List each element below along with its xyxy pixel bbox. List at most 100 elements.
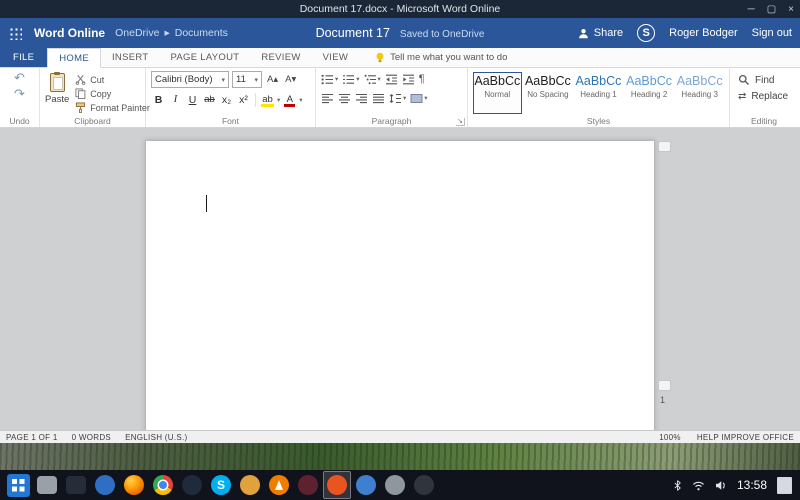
start-button[interactable] — [4, 471, 32, 499]
user-name[interactable]: Roger Bodger — [669, 27, 738, 39]
taskbar-icon-terminal[interactable] — [62, 471, 90, 499]
skype-app-icon: S — [211, 475, 231, 495]
tab-page-layout[interactable]: PAGE LAYOUT — [159, 48, 250, 67]
align-center-button[interactable] — [338, 93, 351, 104]
taskbar-icon-app-dark[interactable] — [178, 471, 206, 499]
bullets-button[interactable]: ▾ — [321, 74, 338, 85]
chevron-down-icon: ▾ — [378, 75, 381, 83]
undo-button[interactable]: ↶ — [11, 71, 29, 85]
numbered-list-icon — [342, 74, 355, 85]
status-zoom[interactable]: 100% — [659, 433, 681, 442]
redo-button[interactable]: ↷ — [11, 87, 29, 101]
font-family-select[interactable]: Calibri (Body) ▾ — [151, 71, 229, 88]
copy-button[interactable]: Copy — [75, 88, 150, 99]
chevron-down-icon[interactable]: ▾ — [277, 96, 280, 104]
undo-group-label: Undo — [0, 116, 39, 126]
multilevel-list-icon — [364, 74, 377, 85]
increase-indent-button[interactable] — [402, 74, 415, 85]
taskbar-icon-skype[interactable]: S — [207, 471, 235, 499]
bold-button[interactable]: B — [151, 92, 166, 108]
share-button[interactable]: Share — [578, 27, 623, 39]
volume-icon[interactable] — [715, 480, 727, 491]
breadcrumb-documents[interactable]: Documents — [175, 27, 228, 39]
taskbar-icon-blue-app[interactable] — [352, 471, 380, 499]
style-normal[interactable]: AaBbCc Normal — [473, 72, 522, 114]
show-desktop-button[interactable] — [777, 477, 792, 494]
italic-button[interactable]: I — [168, 92, 183, 108]
taskbar-icon-active-window[interactable] — [323, 471, 351, 499]
taskbar-icon-vlc[interactable] — [265, 471, 293, 499]
bluetooth-icon[interactable] — [673, 479, 682, 492]
strikethrough-button[interactable]: ab — [202, 92, 217, 108]
multilevel-list-button[interactable]: ▾ — [364, 74, 381, 85]
taskbar-icon-files[interactable] — [33, 471, 61, 499]
app-name: Word Online — [34, 26, 105, 40]
numbering-button[interactable]: ▾ — [342, 74, 359, 85]
minimize-button[interactable]: ─ — [748, 4, 755, 15]
tab-view[interactable]: VIEW — [312, 48, 359, 67]
taskbar-icon-gimp[interactable] — [381, 471, 409, 499]
highlight-color-button[interactable]: ab — [260, 92, 275, 108]
document-title[interactable]: Document 17 — [316, 26, 390, 40]
font-color-button[interactable]: A — [282, 92, 297, 108]
show-marks-button[interactable]: ¶ — [419, 74, 425, 85]
clipboard-column: Cut Copy Format Painter — [75, 71, 150, 114]
cut-button[interactable]: Cut — [75, 74, 150, 85]
breadcrumb-onedrive[interactable]: OneDrive — [115, 27, 159, 39]
taskbar-icon-utility[interactable] — [410, 471, 438, 499]
pilcrow-icon: ¶ — [419, 74, 425, 85]
format-painter-button[interactable]: Format Painter — [75, 102, 150, 113]
sign-out-link[interactable]: Sign out — [752, 27, 792, 39]
taskbar-icon-browser[interactable] — [91, 471, 119, 499]
shrink-font-button[interactable]: A▾ — [283, 74, 298, 85]
tab-file[interactable]: FILE — [0, 48, 47, 67]
document-page[interactable] — [145, 140, 655, 430]
taskbar-clock[interactable]: 13:58 — [737, 478, 767, 492]
status-left: PAGE 1 OF 1 0 WORDS ENGLISH (U.S.) — [6, 433, 188, 442]
tab-insert[interactable]: INSERT — [101, 48, 159, 67]
cut-label: Cut — [90, 75, 104, 85]
shading-button[interactable]: ▾ — [410, 93, 427, 104]
scroll-down-button[interactable] — [658, 380, 671, 391]
scroll-up-button[interactable] — [658, 141, 671, 152]
align-left-button[interactable] — [321, 93, 334, 104]
align-right-button[interactable] — [355, 93, 368, 104]
style-heading-3[interactable]: AaBbCc Heading 3 — [675, 72, 724, 114]
grow-font-button[interactable]: A▴ — [265, 74, 280, 85]
subscript-button[interactable]: x₂ — [219, 92, 234, 108]
status-help-improve[interactable]: HELP IMPROVE OFFICE — [697, 433, 794, 442]
chevron-down-icon[interactable]: ▾ — [299, 96, 302, 104]
font-size-select[interactable]: 11 ▾ — [232, 71, 262, 88]
taskbar-icon-chrome[interactable] — [149, 471, 177, 499]
superscript-button[interactable]: x² — [236, 92, 251, 108]
chevron-right-icon: ▸ — [164, 27, 169, 39]
style-no-spacing[interactable]: AaBbCc No Spacing — [524, 72, 573, 114]
taskbar-icon-amber-app[interactable] — [236, 471, 264, 499]
tab-review[interactable]: REVIEW — [250, 48, 311, 67]
status-word-count[interactable]: 0 WORDS — [72, 433, 111, 442]
find-button[interactable]: Find — [738, 74, 793, 86]
decrease-indent-button[interactable] — [385, 74, 398, 85]
line-spacing-button[interactable]: ▾ — [389, 93, 406, 104]
tab-home[interactable]: HOME — [47, 48, 101, 68]
files-icon — [37, 476, 57, 494]
align-right-icon — [355, 93, 368, 104]
underline-button[interactable]: U — [185, 92, 200, 108]
taskbar-icon-dark-red-app[interactable] — [294, 471, 322, 499]
status-page-count[interactable]: PAGE 1 OF 1 — [6, 433, 58, 442]
style-heading-2[interactable]: AaBbCc Heading 2 — [625, 72, 674, 114]
replace-button[interactable]: ⇄ Replace — [738, 91, 793, 102]
chevron-down-icon: ▾ — [221, 76, 225, 84]
justify-button[interactable] — [372, 93, 385, 104]
align-left-icon — [321, 93, 334, 104]
skype-icon[interactable]: S — [637, 24, 655, 42]
maximize-button[interactable]: ▢ — [767, 4, 776, 15]
style-heading-1[interactable]: AaBbCc Heading 1 — [574, 72, 623, 114]
paste-button[interactable]: Paste — [45, 71, 69, 114]
wifi-icon[interactable] — [692, 480, 705, 491]
taskbar-icon-firefox[interactable] — [120, 471, 148, 499]
close-button[interactable]: × — [788, 4, 794, 15]
tell-me-box[interactable]: Tell me what you want to do — [375, 48, 507, 67]
app-launcher-button[interactable] — [0, 18, 30, 48]
status-language[interactable]: ENGLISH (U.S.) — [125, 433, 187, 442]
